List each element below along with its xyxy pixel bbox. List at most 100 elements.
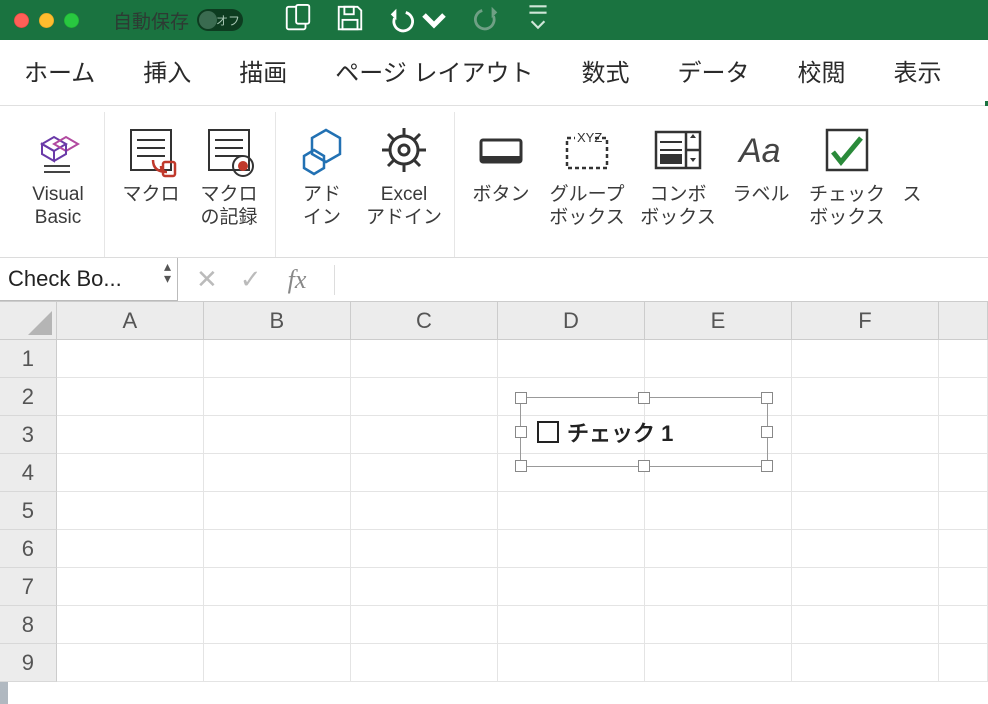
redo-icon[interactable] xyxy=(471,3,501,38)
tab-formulas[interactable]: 数式 xyxy=(577,39,633,106)
cell[interactable] xyxy=(939,378,988,416)
row-header[interactable]: 3 xyxy=(0,416,57,454)
col-header[interactable]: F xyxy=(792,302,939,340)
cell[interactable] xyxy=(645,530,792,568)
cell[interactable] xyxy=(792,644,939,682)
resize-handle[interactable] xyxy=(638,392,650,404)
cell[interactable] xyxy=(57,340,204,378)
cell[interactable] xyxy=(498,568,645,606)
cell[interactable] xyxy=(939,416,988,454)
col-header[interactable]: B xyxy=(204,302,351,340)
col-header[interactable]: D xyxy=(498,302,645,340)
cell[interactable] xyxy=(792,606,939,644)
cell[interactable] xyxy=(939,340,988,378)
tab-draw[interactable]: 描画 xyxy=(235,39,291,106)
cell[interactable] xyxy=(792,492,939,530)
resize-handle[interactable] xyxy=(761,460,773,472)
col-header[interactable]: A xyxy=(57,302,204,340)
enter-formula-icon[interactable]: ✓ xyxy=(240,264,262,295)
cell[interactable] xyxy=(351,644,498,682)
qat-overflow-icon[interactable] xyxy=(523,2,553,39)
close-window-icon[interactable] xyxy=(14,13,29,28)
cell[interactable] xyxy=(204,340,351,378)
resize-handle[interactable] xyxy=(761,426,773,438)
cell[interactable] xyxy=(939,454,988,492)
tab-page-layout[interactable]: ページ レイアウト xyxy=(331,39,537,106)
cell[interactable] xyxy=(792,454,939,492)
cell[interactable] xyxy=(204,454,351,492)
cell[interactable] xyxy=(939,568,988,606)
cell[interactable] xyxy=(645,340,792,378)
save-icon[interactable] xyxy=(335,3,365,38)
cell[interactable] xyxy=(351,378,498,416)
scroll-bar-button[interactable]: ス xyxy=(897,118,927,207)
excel-addins-button[interactable]: Excel アドイン xyxy=(364,118,444,230)
resize-handle[interactable] xyxy=(515,426,527,438)
cell[interactable] xyxy=(57,530,204,568)
cell[interactable] xyxy=(498,492,645,530)
combo-box-button[interactable]: コンボ ボックス xyxy=(637,118,719,230)
cell[interactable] xyxy=(792,530,939,568)
cell[interactable] xyxy=(57,568,204,606)
row-header[interactable]: 2 xyxy=(0,378,57,416)
button-control-button[interactable]: ボタン xyxy=(465,118,537,207)
col-header[interactable] xyxy=(939,302,988,340)
row-header[interactable]: 1 xyxy=(0,340,57,378)
cell[interactable] xyxy=(351,606,498,644)
cell[interactable] xyxy=(204,568,351,606)
resize-handle[interactable] xyxy=(638,460,650,472)
row-header[interactable]: 9 xyxy=(0,644,57,682)
name-box-spinner[interactable]: ▴▾ xyxy=(164,260,171,284)
checkbox-box-icon[interactable] xyxy=(537,421,559,443)
cell[interactable] xyxy=(792,416,939,454)
tab-home[interactable]: ホーム xyxy=(20,39,99,106)
cell[interactable] xyxy=(57,378,204,416)
cell[interactable] xyxy=(351,340,498,378)
cell[interactable] xyxy=(351,530,498,568)
autosave-toggle[interactable]: オフ xyxy=(197,9,243,31)
row-header[interactable]: 7 xyxy=(0,568,57,606)
cell[interactable] xyxy=(351,568,498,606)
formula-input[interactable] xyxy=(363,258,988,301)
cell[interactable] xyxy=(645,492,792,530)
cell[interactable] xyxy=(498,644,645,682)
tab-review[interactable]: 校閲 xyxy=(793,39,849,106)
cell[interactable] xyxy=(57,416,204,454)
cell[interactable] xyxy=(498,606,645,644)
cell[interactable] xyxy=(351,454,498,492)
cell[interactable] xyxy=(204,416,351,454)
name-box[interactable]: Check Bo... ▴▾ xyxy=(0,258,178,301)
cell[interactable] xyxy=(351,492,498,530)
addins-button[interactable]: アド イン xyxy=(286,118,358,230)
cell[interactable] xyxy=(57,644,204,682)
row-header[interactable]: 8 xyxy=(0,606,57,644)
cell[interactable] xyxy=(57,454,204,492)
cell[interactable] xyxy=(204,492,351,530)
select-all-corner[interactable] xyxy=(0,302,57,340)
undo-icon[interactable] xyxy=(387,5,449,35)
record-macro-button[interactable]: マクロ の記録 xyxy=(193,118,265,230)
maximize-window-icon[interactable] xyxy=(64,13,79,28)
selected-checkbox-control[interactable]: チェック 1 xyxy=(520,397,768,467)
cell[interactable] xyxy=(57,606,204,644)
macro-button[interactable]: マクロ xyxy=(115,118,187,207)
cell[interactable] xyxy=(645,644,792,682)
cell[interactable] xyxy=(792,340,939,378)
fx-label[interactable]: fx xyxy=(288,265,307,295)
visual-basic-button[interactable]: Visual Basic xyxy=(22,118,94,230)
cell[interactable] xyxy=(204,644,351,682)
tab-data[interactable]: データ xyxy=(673,39,753,106)
cell[interactable] xyxy=(939,492,988,530)
cancel-formula-icon[interactable]: ✕ xyxy=(196,264,218,295)
tab-insert[interactable]: 挿入 xyxy=(139,39,195,106)
cell[interactable] xyxy=(792,568,939,606)
cell[interactable] xyxy=(204,378,351,416)
col-header[interactable]: C xyxy=(351,302,498,340)
col-header[interactable]: E xyxy=(645,302,792,340)
resize-handle[interactable] xyxy=(761,392,773,404)
cell[interactable] xyxy=(351,416,498,454)
cell[interactable] xyxy=(57,492,204,530)
group-box-button[interactable]: XYZ グループ ボックス xyxy=(543,118,631,230)
cell[interactable] xyxy=(792,378,939,416)
resize-handle[interactable] xyxy=(515,392,527,404)
